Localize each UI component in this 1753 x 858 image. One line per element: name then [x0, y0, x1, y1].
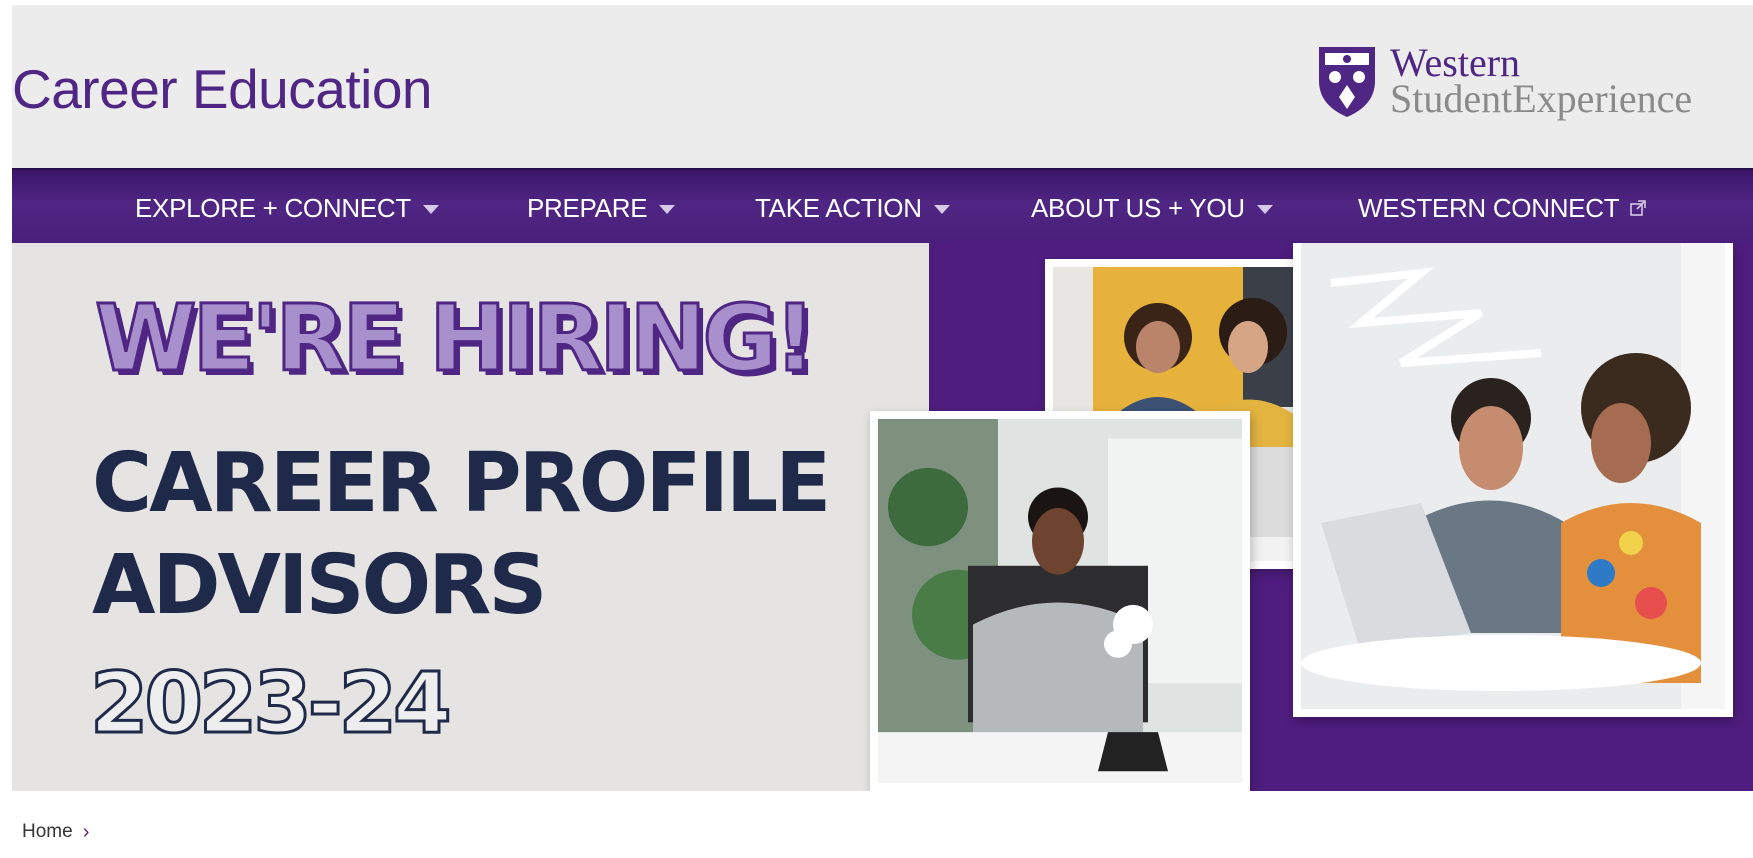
nav-item-label: WESTERN CONNECT	[1358, 192, 1620, 223]
nav-item-take-action[interactable]: TAKE ACTION	[755, 193, 950, 223]
hero-headline: WE'RE HIRING!	[94, 285, 818, 392]
hero-title-line2: ADVISORS	[92, 538, 547, 633]
western-student-experience-logo[interactable]: Western StudentExperience	[1315, 41, 1753, 131]
nav-item-explore-connect[interactable]: EXPLORE + CONNECT	[135, 193, 439, 223]
breadcrumb: Home ›	[22, 820, 89, 844]
caret-down-icon	[659, 204, 676, 214]
nav-item-prepare[interactable]: PREPARE	[527, 192, 676, 223]
external-link-icon	[1630, 200, 1647, 216]
site-title-link[interactable]: Career Education	[12, 57, 433, 121]
caret-down-icon	[1256, 204, 1273, 214]
nav-item-label: TAKE ACTION	[755, 192, 922, 223]
nav-item-label: PREPARE	[527, 192, 648, 223]
hiring-hero-banner[interactable]: WE'RE HIRING! CAREER PROFILE ADVISORS 20…	[12, 243, 1753, 791]
hero-year: 2023-24	[89, 654, 454, 752]
chevron-right-icon: ›	[82, 820, 90, 843]
western-crest-icon	[1319, 47, 1375, 117]
caret-down-icon	[422, 204, 439, 214]
hero-title: CAREER PROFILE ADVISORS	[92, 433, 852, 637]
caret-down-icon	[933, 204, 950, 214]
nav-item-label: ABOUT US + YOU	[1031, 192, 1245, 223]
logo-text-student-experience: StudentExperience	[1390, 76, 1693, 121]
page: Career Education Western StudentExperien…	[0, 0, 1753, 858]
nav-item-about-us-you[interactable]: ABOUT US + YOU	[1031, 193, 1273, 223]
photo-man-woman-laptop	[1293, 243, 1733, 717]
site-header: Career Education Western StudentExperien…	[12, 5, 1753, 168]
photo-man-at-desk	[870, 411, 1250, 791]
nav-item-label: EXPLORE + CONNECT	[135, 192, 411, 223]
nav-item-western-connect[interactable]: WESTERN CONNECT	[1358, 193, 1647, 223]
main-nav: EXPLORE + CONNECT PREPARE TAKE ACTION AB…	[12, 168, 1753, 243]
breadcrumb-home-link[interactable]: Home	[22, 821, 73, 843]
hero-title-line1: CAREER PROFILE	[92, 436, 831, 531]
